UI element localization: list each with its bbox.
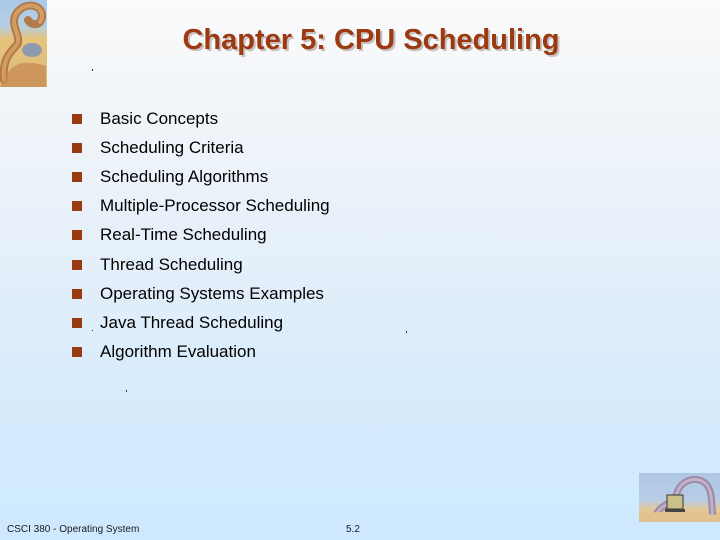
square-bullet-icon	[72, 201, 82, 212]
speck-mark	[92, 330, 93, 331]
bullet-text: Thread Scheduling	[100, 254, 243, 274]
bullet-text: Operating Systems Examples	[100, 283, 324, 303]
square-bullet-icon	[72, 230, 82, 241]
bullet-item: Operating Systems Examples	[72, 279, 330, 308]
square-bullet-icon	[72, 142, 82, 153]
bullet-text: Algorithm Evaluation	[100, 342, 256, 362]
speck-mark	[406, 331, 407, 333]
footer-course-label: CSCI 380 - Operating System	[7, 524, 140, 535]
footer-page-number: 5.2	[346, 524, 360, 535]
bullet-text: Basic Concepts	[100, 108, 219, 128]
square-bullet-icon	[72, 171, 82, 182]
square-bullet-icon	[72, 288, 82, 299]
bullet-item: Multiple-Processor Scheduling	[72, 192, 330, 221]
bullet-text: Scheduling Criteria	[100, 137, 244, 157]
square-bullet-icon	[72, 259, 82, 270]
bullet-item: Scheduling Algorithms	[72, 162, 330, 191]
bullet-text: Scheduling Algorithms	[100, 166, 269, 186]
bullet-item: Real-Time Scheduling	[72, 221, 330, 250]
dinosaur-laptop-icon	[639, 473, 720, 522]
square-bullet-icon	[72, 347, 82, 358]
bullet-text: Multiple-Processor Scheduling	[100, 196, 330, 216]
bullet-text: Real-Time Scheduling	[100, 225, 267, 245]
bullet-item: Basic Concepts	[72, 104, 330, 133]
bullet-text: Java Thread Scheduling	[100, 312, 284, 332]
bullet-item: Algorithm Evaluation	[72, 338, 330, 367]
square-bullet-icon	[72, 317, 82, 328]
bullet-item: Java Thread Scheduling	[72, 308, 330, 337]
speck-mark	[126, 390, 127, 392]
slide-title: Chapter 5: CPU Scheduling	[182, 24, 560, 56]
square-bullet-icon	[72, 113, 82, 124]
bullet-item: Scheduling Criteria	[72, 133, 330, 162]
speck-mark	[92, 69, 93, 71]
bullet-list: Basic Concepts Scheduling Criteria Sched…	[72, 104, 330, 367]
bullet-item: Thread Scheduling	[72, 250, 330, 279]
